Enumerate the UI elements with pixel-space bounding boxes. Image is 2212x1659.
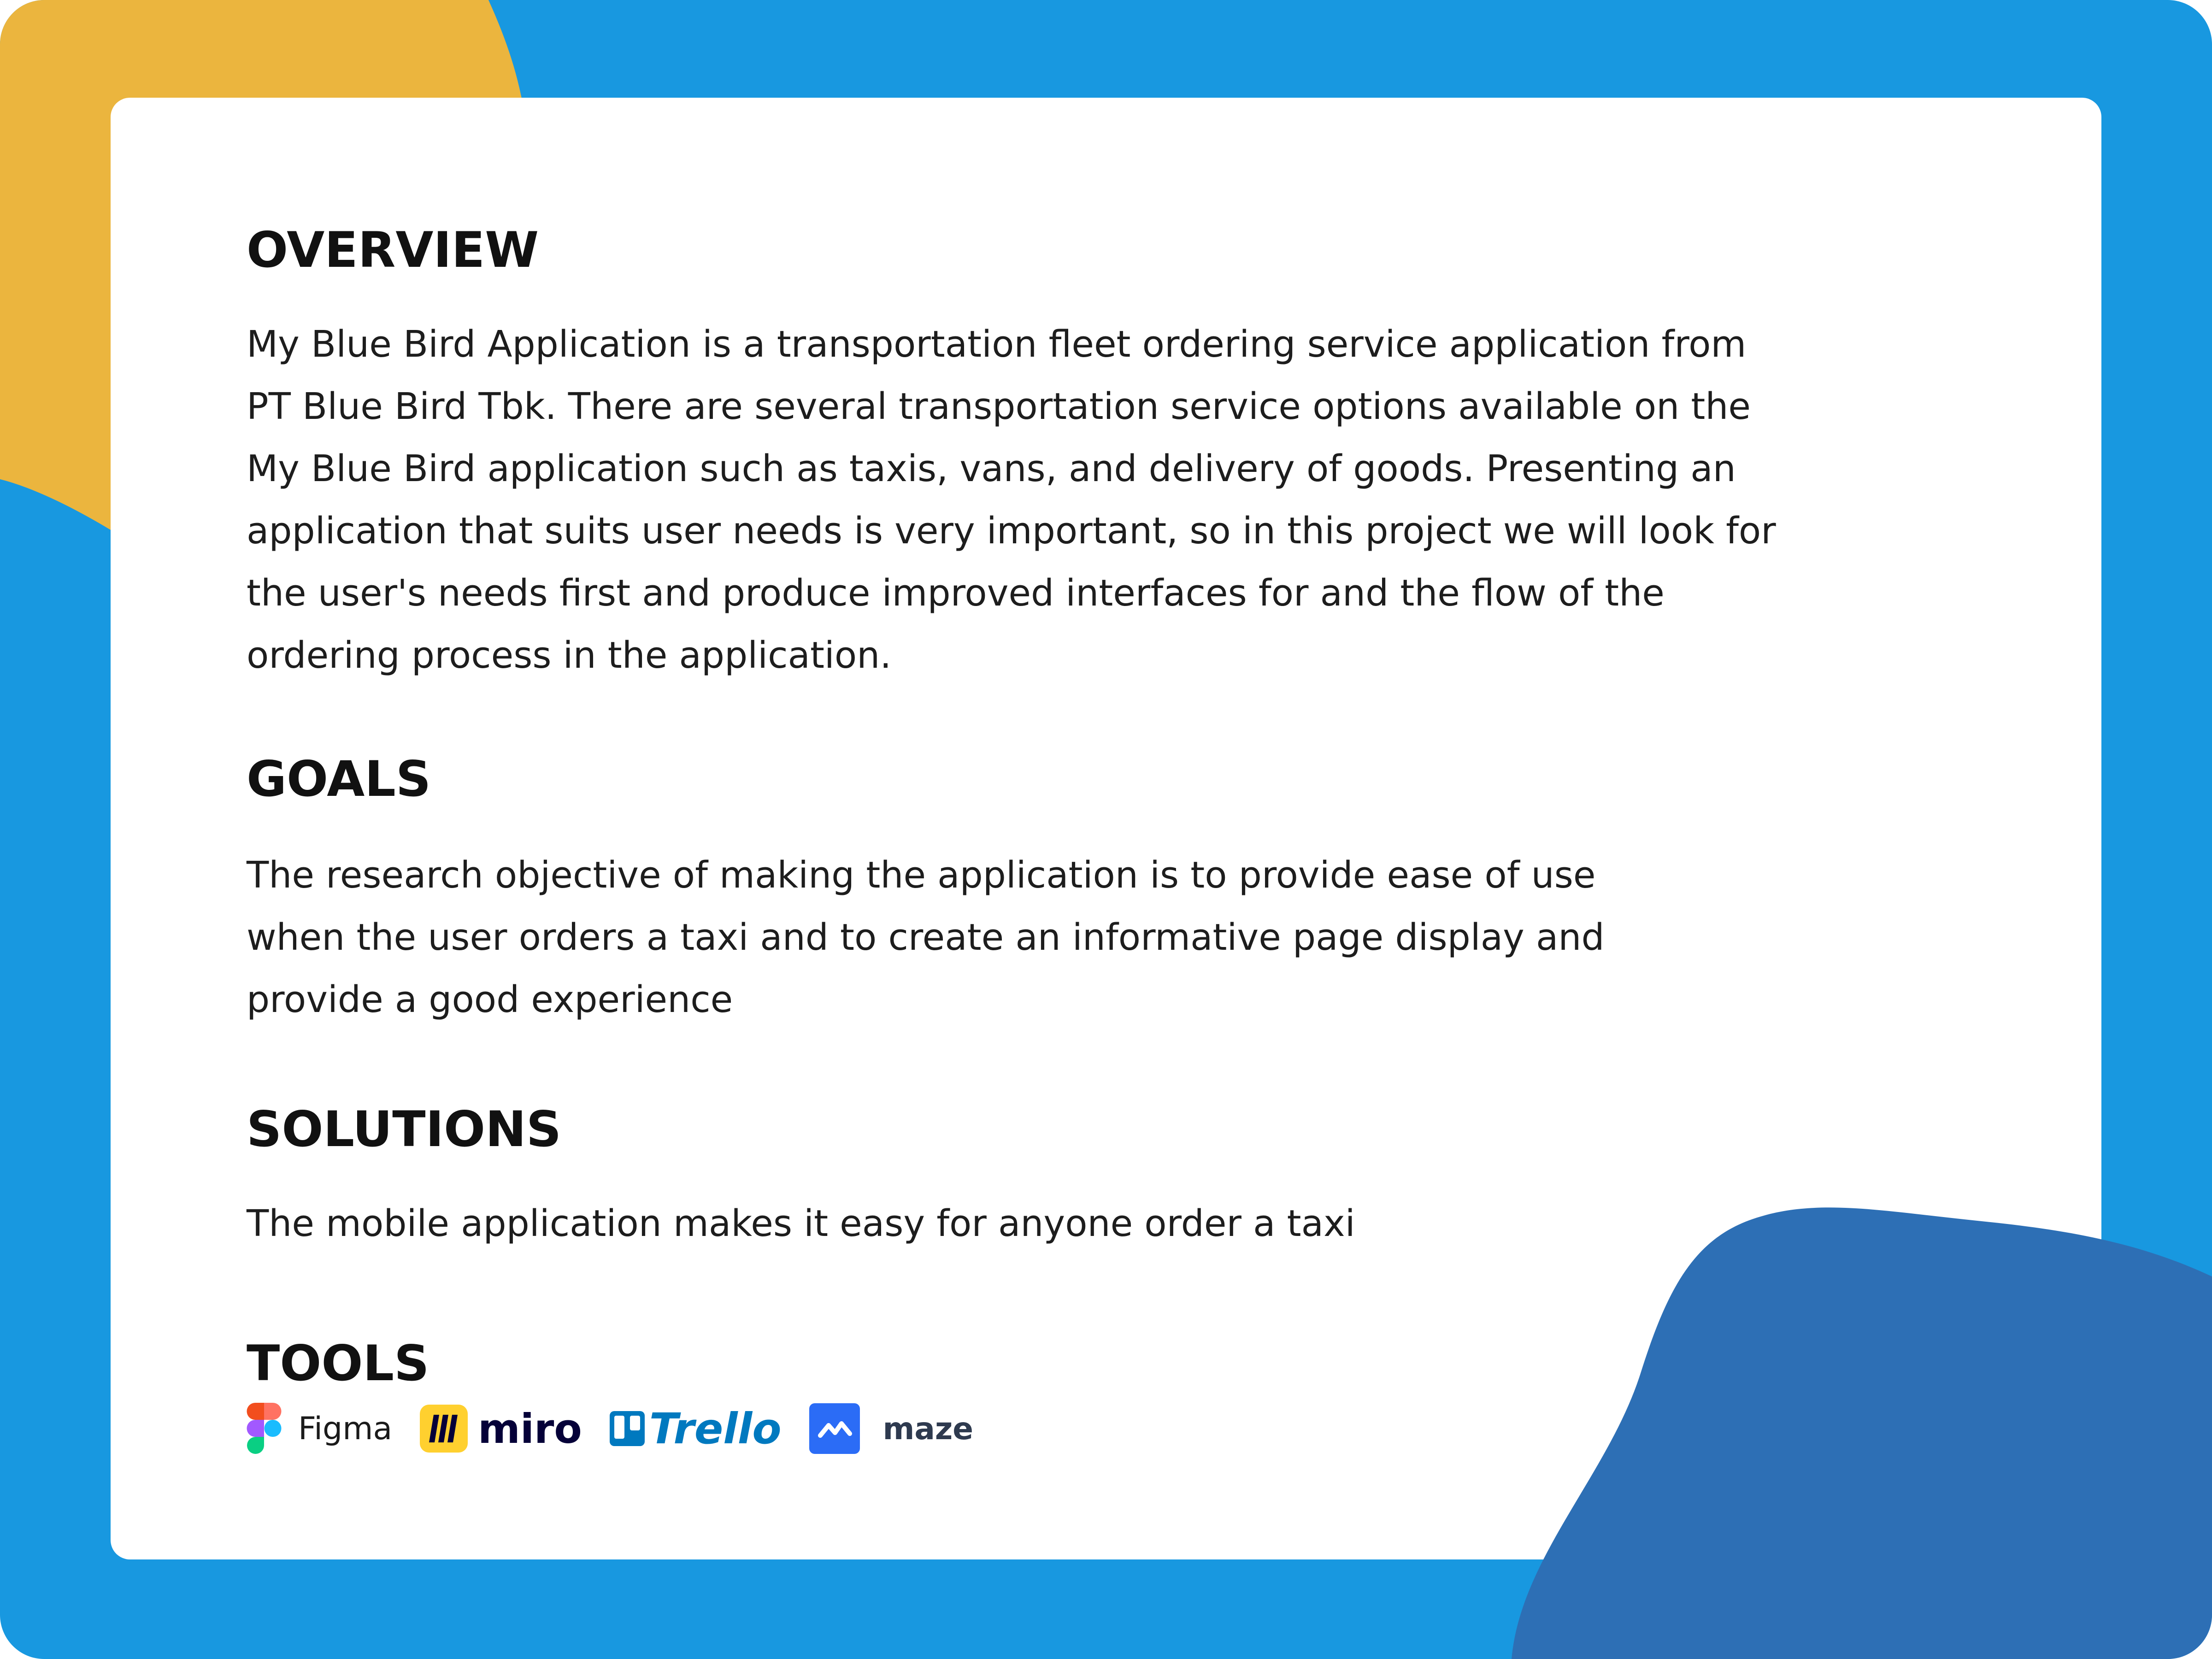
trello-label: Trello [649, 1404, 782, 1453]
trello-tool: Trello [609, 1404, 782, 1453]
goals-heading: GOALS [247, 751, 431, 807]
overview-line: application that suits user needs is ver… [247, 510, 1776, 552]
solutions-line: The mobile application makes it easy for… [247, 1202, 1355, 1245]
maze-tool: maze [809, 1403, 974, 1454]
overview-heading: OVERVIEW [247, 222, 539, 278]
goals-paragraph: The research objective of making the app… [247, 844, 1605, 1031]
overview-line: PT Blue Bird Tbk. There are several tran… [247, 385, 1751, 428]
trello-logo-icon [609, 1411, 645, 1446]
overview-line: ordering process in the application. [247, 634, 892, 677]
figma-label: Figma [298, 1410, 393, 1447]
tools-logo-row: Figma miro Trello maze [247, 1399, 1001, 1459]
overview-line: My Blue Bird Application is a transporta… [247, 323, 1747, 365]
maze-label: maze [882, 1411, 974, 1447]
solutions-paragraph: The mobile application makes it easy for… [247, 1193, 1355, 1255]
miro-logo-icon [420, 1405, 468, 1453]
goals-line: provide a good experience [247, 978, 733, 1021]
goals-line: when the user orders a taxi and to creat… [247, 916, 1605, 959]
overview-paragraph: My Blue Bird Application is a transporta… [247, 313, 1776, 687]
figma-logo-icon [247, 1403, 282, 1454]
solutions-heading: SOLUTIONS [247, 1101, 562, 1158]
overview-line: My Blue Bird application such as taxis, … [247, 447, 1736, 490]
maze-logo-icon [809, 1403, 860, 1454]
miro-label: miro [478, 1405, 582, 1453]
miro-tool: miro [420, 1405, 582, 1453]
goals-line: The research objective of making the app… [247, 854, 1596, 896]
slide-frame: OVERVIEW My Blue Bird Application is a t… [0, 0, 2212, 1659]
figma-tool: Figma [247, 1403, 392, 1454]
tools-heading: TOOLS [247, 1335, 429, 1392]
overview-line: the user's needs first and produce impro… [247, 572, 1665, 614]
